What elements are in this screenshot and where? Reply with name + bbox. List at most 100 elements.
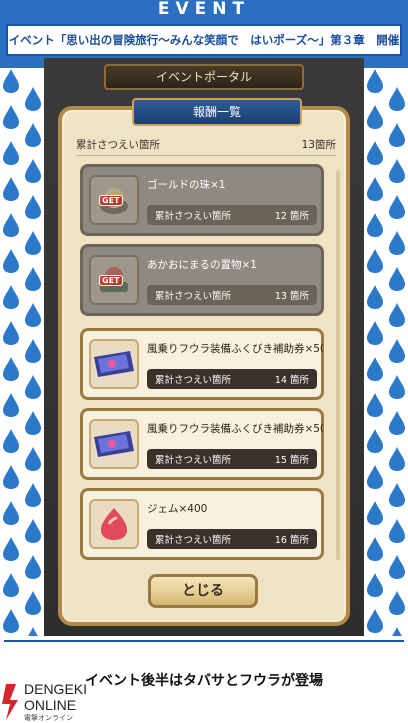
scrollbar[interactable] bbox=[336, 170, 340, 560]
gem-icon bbox=[89, 499, 139, 549]
progress-label: 累計さつえい箇所 bbox=[155, 291, 232, 302]
water-drop-icon bbox=[25, 519, 41, 543]
summary-label: 累計さつえい箇所 bbox=[76, 139, 160, 151]
water-drop-icon bbox=[25, 411, 41, 435]
water-drop-icon bbox=[389, 231, 405, 255]
water-drop-icon bbox=[367, 321, 383, 345]
water-drop-icon bbox=[392, 627, 402, 636]
progress-label: 累計さつえい箇所 bbox=[155, 375, 232, 386]
water-drop-icon bbox=[25, 231, 41, 255]
left-drop-pattern bbox=[0, 68, 44, 636]
water-drop-icon bbox=[25, 339, 41, 363]
water-drop-icon bbox=[3, 321, 19, 345]
water-drop-icon bbox=[367, 537, 383, 561]
water-drop-icon bbox=[3, 393, 19, 417]
water-drop-icon bbox=[25, 195, 41, 219]
reward-item[interactable]: 風乗りフウラ装備ふくびき補助券×50 累計さつえい箇所 14 箇所 bbox=[80, 328, 324, 400]
water-drop-icon bbox=[3, 609, 19, 633]
water-drop-icon bbox=[25, 483, 41, 507]
water-drop-icon bbox=[3, 213, 19, 237]
progress-value: 13 箇所 bbox=[274, 291, 309, 302]
logo-line2: ONLINE bbox=[24, 697, 76, 713]
water-drop-icon bbox=[389, 159, 405, 183]
reward-item[interactable]: GET ゴールドの珠×1 累計さつえい箇所 12 箇所 bbox=[80, 164, 324, 236]
water-drop-icon bbox=[3, 285, 19, 309]
game-screen: イベントポータル 報酬一覧 累計さつえい箇所 13箇所 GET ゴールドの珠×1… bbox=[44, 58, 364, 636]
summary-row: 累計さつえい箇所 13箇所 bbox=[76, 134, 336, 156]
reward-progress: 累計さつえい箇所 13 箇所 bbox=[147, 285, 317, 305]
water-drop-icon bbox=[3, 357, 19, 381]
water-drop-icon bbox=[25, 447, 41, 471]
water-drop-icon bbox=[367, 177, 383, 201]
water-drop-icon bbox=[367, 429, 383, 453]
water-drop-icon bbox=[367, 213, 383, 237]
water-drop-icon bbox=[367, 609, 383, 633]
water-drop-icon bbox=[3, 69, 19, 93]
right-drop-pattern bbox=[364, 68, 408, 636]
caption-divider bbox=[4, 640, 404, 642]
water-drop-icon bbox=[3, 141, 19, 165]
gold-orb-icon: GET bbox=[89, 175, 139, 225]
water-drop-icon bbox=[3, 573, 19, 597]
reward-item[interactable]: ジェム×400 累計さつえい箇所 16 箇所 bbox=[80, 488, 324, 560]
progress-value: 14 箇所 bbox=[274, 375, 309, 386]
water-drop-icon bbox=[367, 501, 383, 525]
figurine-icon: GET bbox=[89, 255, 139, 305]
water-drop-icon bbox=[367, 285, 383, 309]
water-drop-icon bbox=[367, 249, 383, 273]
water-drop-icon bbox=[367, 141, 383, 165]
ticket-icon bbox=[89, 339, 139, 389]
water-drop-icon bbox=[389, 195, 405, 219]
reward-list-panel: 報酬一覧 累計さつえい箇所 13箇所 GET ゴールドの珠×1 累計さつえい箇所… bbox=[58, 98, 350, 626]
water-drop-icon bbox=[389, 591, 405, 615]
water-drop-icon bbox=[25, 87, 41, 111]
get-tag: GET bbox=[99, 275, 123, 286]
water-drop-icon bbox=[3, 177, 19, 201]
water-drop-icon bbox=[25, 123, 41, 147]
water-drop-icon bbox=[25, 375, 41, 399]
water-drop-icon bbox=[389, 375, 405, 399]
water-drop-icon bbox=[25, 555, 41, 579]
close-button[interactable]: とじる bbox=[148, 574, 258, 608]
water-drop-icon bbox=[367, 393, 383, 417]
reward-progress: 累計さつえい箇所 15 箇所 bbox=[147, 449, 317, 469]
water-drop-icon bbox=[3, 501, 19, 525]
water-drop-icon bbox=[389, 519, 405, 543]
water-drop-icon bbox=[367, 105, 383, 129]
reward-list[interactable]: GET ゴールドの珠×1 累計さつえい箇所 12 箇所 GET あかおにまるの置 bbox=[70, 164, 342, 564]
dengeki-online-logo: DENGEKI ONLINE 電撃オンライン bbox=[2, 680, 142, 722]
water-drop-icon bbox=[367, 357, 383, 381]
caption-area: イベント後半はタバサとフウラが登場 DENGEKI ONLINE 電撃オンライン bbox=[0, 636, 408, 723]
water-drop-icon bbox=[389, 303, 405, 327]
water-drop-icon bbox=[3, 537, 19, 561]
reward-name: ジェム×400 bbox=[147, 503, 208, 515]
reward-progress: 累計さつえい箇所 16 箇所 bbox=[147, 529, 317, 549]
water-drop-icon bbox=[3, 465, 19, 489]
progress-label: 累計さつえい箇所 bbox=[155, 455, 232, 466]
water-drop-icon bbox=[367, 69, 383, 93]
water-drop-icon bbox=[389, 87, 405, 111]
water-drop-icon bbox=[389, 555, 405, 579]
portal-title: イベントポータル bbox=[104, 64, 304, 90]
water-drop-icon bbox=[3, 429, 19, 453]
reward-name: 風乗りフウラ装備ふくびき補助券×50 bbox=[147, 423, 323, 435]
ticket-icon bbox=[89, 419, 139, 469]
reward-name: あかおにまるの置物×1 bbox=[147, 259, 257, 271]
water-drop-icon bbox=[389, 339, 405, 363]
event-title: イベント「思い出の冒険旅行〜みんな笑顔で はいポーズ〜」第３章 開催 bbox=[6, 24, 402, 56]
water-drop-icon bbox=[389, 483, 405, 507]
reward-name: ゴールドの珠×1 bbox=[147, 179, 226, 191]
progress-value: 12 箇所 bbox=[274, 211, 309, 222]
reward-name: 風乗りフウラ装備ふくびき補助券×50 bbox=[147, 343, 323, 355]
water-drop-icon bbox=[25, 591, 41, 615]
reward-item[interactable]: GET あかおにまるの置物×1 累計さつえい箇所 13 箇所 bbox=[80, 244, 324, 316]
progress-label: 累計さつえい箇所 bbox=[155, 211, 232, 222]
summary-value: 13箇所 bbox=[301, 139, 336, 151]
water-drop-icon bbox=[25, 303, 41, 327]
event-label: EVENT bbox=[157, 0, 251, 19]
water-drop-icon bbox=[25, 159, 41, 183]
water-drop-icon bbox=[367, 573, 383, 597]
progress-label: 累計さつえい箇所 bbox=[155, 535, 232, 546]
panel-title: 報酬一覧 bbox=[132, 98, 302, 126]
reward-item[interactable]: 風乗りフウラ装備ふくびき補助券×50 累計さつえい箇所 15 箇所 bbox=[80, 408, 324, 480]
